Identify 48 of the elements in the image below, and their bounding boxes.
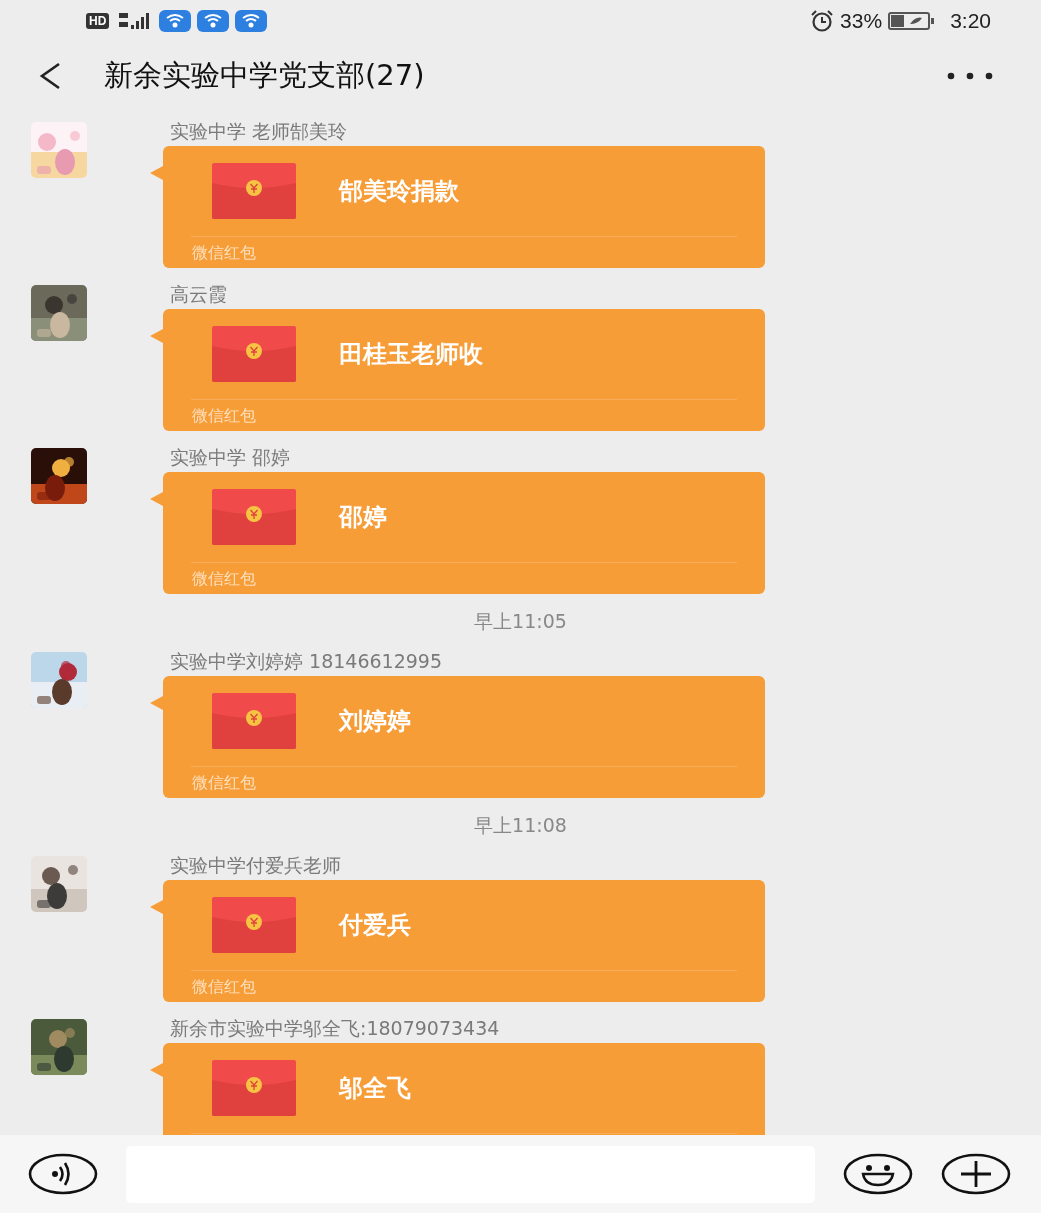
gift-packet-message[interactable]: 邵婷 微信红包 — [163, 472, 765, 594]
bubble-pointer — [150, 696, 163, 710]
packet-label: 微信红包 — [191, 568, 257, 590]
clock-time: 3:20 — [950, 9, 991, 33]
gift-packet-message[interactable]: 田桂玉老师收 微信红包 — [163, 309, 765, 431]
packet-title: 田桂玉老师收 — [339, 339, 483, 370]
envelope-icon — [212, 326, 296, 382]
bubble-pointer — [150, 329, 163, 343]
timestamp: 早上11:05 — [474, 609, 567, 634]
gift-packet-message[interactable]: 付爱兵 微信红包 — [163, 880, 765, 1002]
timestamp: 早上11:08 — [474, 813, 567, 838]
packet-title: 郜美玲捐款 — [339, 176, 459, 207]
packet-label: 微信红包 — [191, 405, 257, 427]
back-icon[interactable] — [38, 62, 62, 90]
sender-name: 高云霞 — [169, 283, 228, 307]
envelope-icon — [212, 489, 296, 545]
emoji-icon[interactable] — [843, 1153, 913, 1195]
bubble-pointer — [150, 1063, 163, 1077]
packet-title: 刘婷婷 — [339, 706, 411, 737]
battery-percent: 33% — [840, 9, 883, 33]
hd-indicator: HD — [86, 13, 110, 29]
voice-icon[interactable] — [28, 1153, 98, 1195]
bubble-pointer — [150, 900, 163, 914]
packet-title: 邵婷 — [339, 502, 387, 533]
gift-packet-message[interactable]: 刘婷婷 微信红包 — [163, 676, 765, 798]
packet-label: 微信红包 — [191, 772, 257, 794]
add-icon[interactable] — [941, 1153, 1011, 1195]
bubble-pointer — [150, 492, 163, 506]
packet-label: 微信红包 — [191, 976, 257, 998]
packet-title: 邬全飞 — [339, 1073, 411, 1104]
alarm-icon — [810, 10, 835, 32]
packet-title: 付爱兵 — [339, 910, 411, 941]
sender-name: 新余市实验中学邬全飞:18079073434 — [169, 1017, 501, 1041]
packet-label: 微信红包 — [191, 242, 257, 264]
sender-name: 实验中学刘婷婷 18146612995 — [169, 650, 443, 674]
envelope-icon — [212, 1060, 296, 1116]
gift-packet-message[interactable]: 邬全飞 — [163, 1043, 765, 1135]
sender-name: 实验中学付爱兵老师 — [169, 854, 342, 878]
more-icon[interactable] — [947, 72, 993, 80]
sender-name: 实验中学 邵婷 — [169, 446, 292, 470]
envelope-icon — [212, 163, 296, 219]
battery-icon — [888, 11, 937, 31]
gift-packet-message[interactable]: 郜美玲捐款 微信红包 — [163, 146, 765, 268]
envelope-icon — [212, 897, 296, 953]
envelope-icon — [212, 693, 296, 749]
bubble-pointer — [150, 166, 163, 180]
chat-title: 新余实验中学党支部(27) — [104, 57, 426, 94]
sender-name: 实验中学 老师郜美玲 — [169, 120, 349, 144]
